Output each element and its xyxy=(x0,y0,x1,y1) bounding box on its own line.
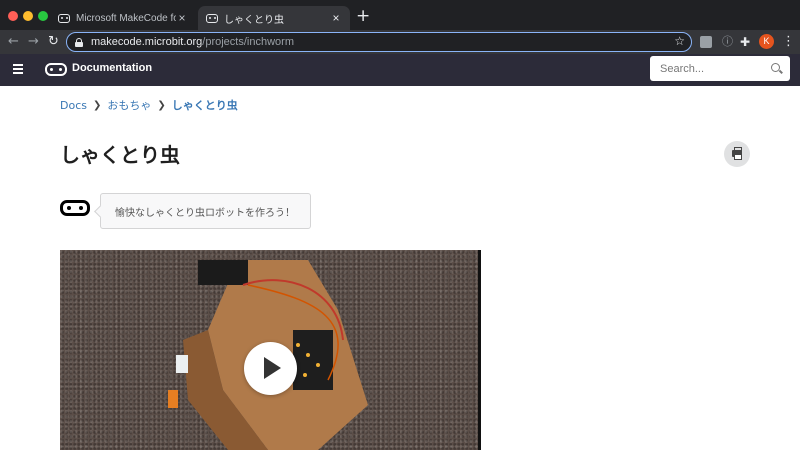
project-description: 愉快なしゃくとり虫ロボットを作ろう！ xyxy=(100,193,311,229)
microbit-favicon-icon xyxy=(206,13,218,23)
play-icon xyxy=(264,357,281,379)
print-button[interactable] xyxy=(724,141,750,167)
tab-title: Microsoft MakeCode for micro:bit xyxy=(76,12,176,24)
breadcrumb-link[interactable]: Docs xyxy=(60,99,87,112)
reload-icon[interactable]: ↻ xyxy=(48,33,59,51)
site-header: Documentation xyxy=(0,54,800,86)
breadcrumb-link[interactable]: おもちゃ xyxy=(107,97,151,113)
browser-tabstrip: Microsoft MakeCode for micro:bit × しゃくとり… xyxy=(0,0,800,30)
breadcrumb-current: しゃくとり虫 xyxy=(171,99,238,112)
search-input[interactable] xyxy=(660,62,770,75)
video-border xyxy=(478,250,481,450)
breadcrumb: Docs ❯ おもちゃ ❯ しゃくとり虫 xyxy=(60,97,238,113)
search-icon[interactable] xyxy=(771,63,780,72)
window-minimize-button[interactable] xyxy=(23,11,33,21)
window-close-button[interactable] xyxy=(8,11,18,21)
chevron-right-icon: ❯ xyxy=(92,99,102,111)
video-player[interactable] xyxy=(60,250,481,450)
forward-arrow-icon[interactable]: → xyxy=(28,33,39,51)
tab-title: しゃくとり虫 xyxy=(224,14,284,26)
close-icon[interactable]: × xyxy=(176,11,188,25)
star-icon[interactable]: ☆ xyxy=(674,34,685,48)
chevron-right-icon: ❯ xyxy=(157,99,166,111)
url-path: /projects/inchworm xyxy=(202,36,294,48)
print-icon xyxy=(732,147,742,160)
puzzle-icon[interactable]: ✚ xyxy=(740,34,750,50)
browser-tab-makecode[interactable]: Microsoft MakeCode for micro:bit × xyxy=(50,6,196,30)
microbit-logo-icon[interactable] xyxy=(45,63,67,76)
extension-icon[interactable] xyxy=(700,36,712,48)
info-icon[interactable]: ⓘ xyxy=(722,34,733,50)
url-host: makecode.microbit.org xyxy=(91,36,203,48)
search-box[interactable] xyxy=(650,56,790,81)
back-arrow-icon[interactable]: ← xyxy=(8,33,19,51)
new-tab-button[interactable]: + xyxy=(356,7,370,25)
browser-toolbar: ← → ↻ makecode.microbit.org/projects/inc… xyxy=(0,30,800,54)
address-bar[interactable]: makecode.microbit.org/projects/inchworm … xyxy=(66,32,692,52)
close-icon[interactable]: × xyxy=(330,11,342,25)
more-menu-icon[interactable]: ⋮ xyxy=(782,33,795,51)
page-title: しゃくとり虫 xyxy=(60,143,180,167)
play-button[interactable] xyxy=(244,342,297,395)
profile-avatar[interactable]: K xyxy=(759,34,774,49)
site-title[interactable]: Documentation xyxy=(72,62,152,74)
microbit-favicon-icon xyxy=(58,13,70,23)
menu-icon[interactable] xyxy=(13,64,23,74)
browser-tab-inchworm[interactable]: しゃくとり虫 × xyxy=(198,6,350,30)
window-zoom-button[interactable] xyxy=(38,11,48,21)
microbit-avatar-icon xyxy=(60,200,90,216)
lock-icon[interactable] xyxy=(75,37,83,47)
